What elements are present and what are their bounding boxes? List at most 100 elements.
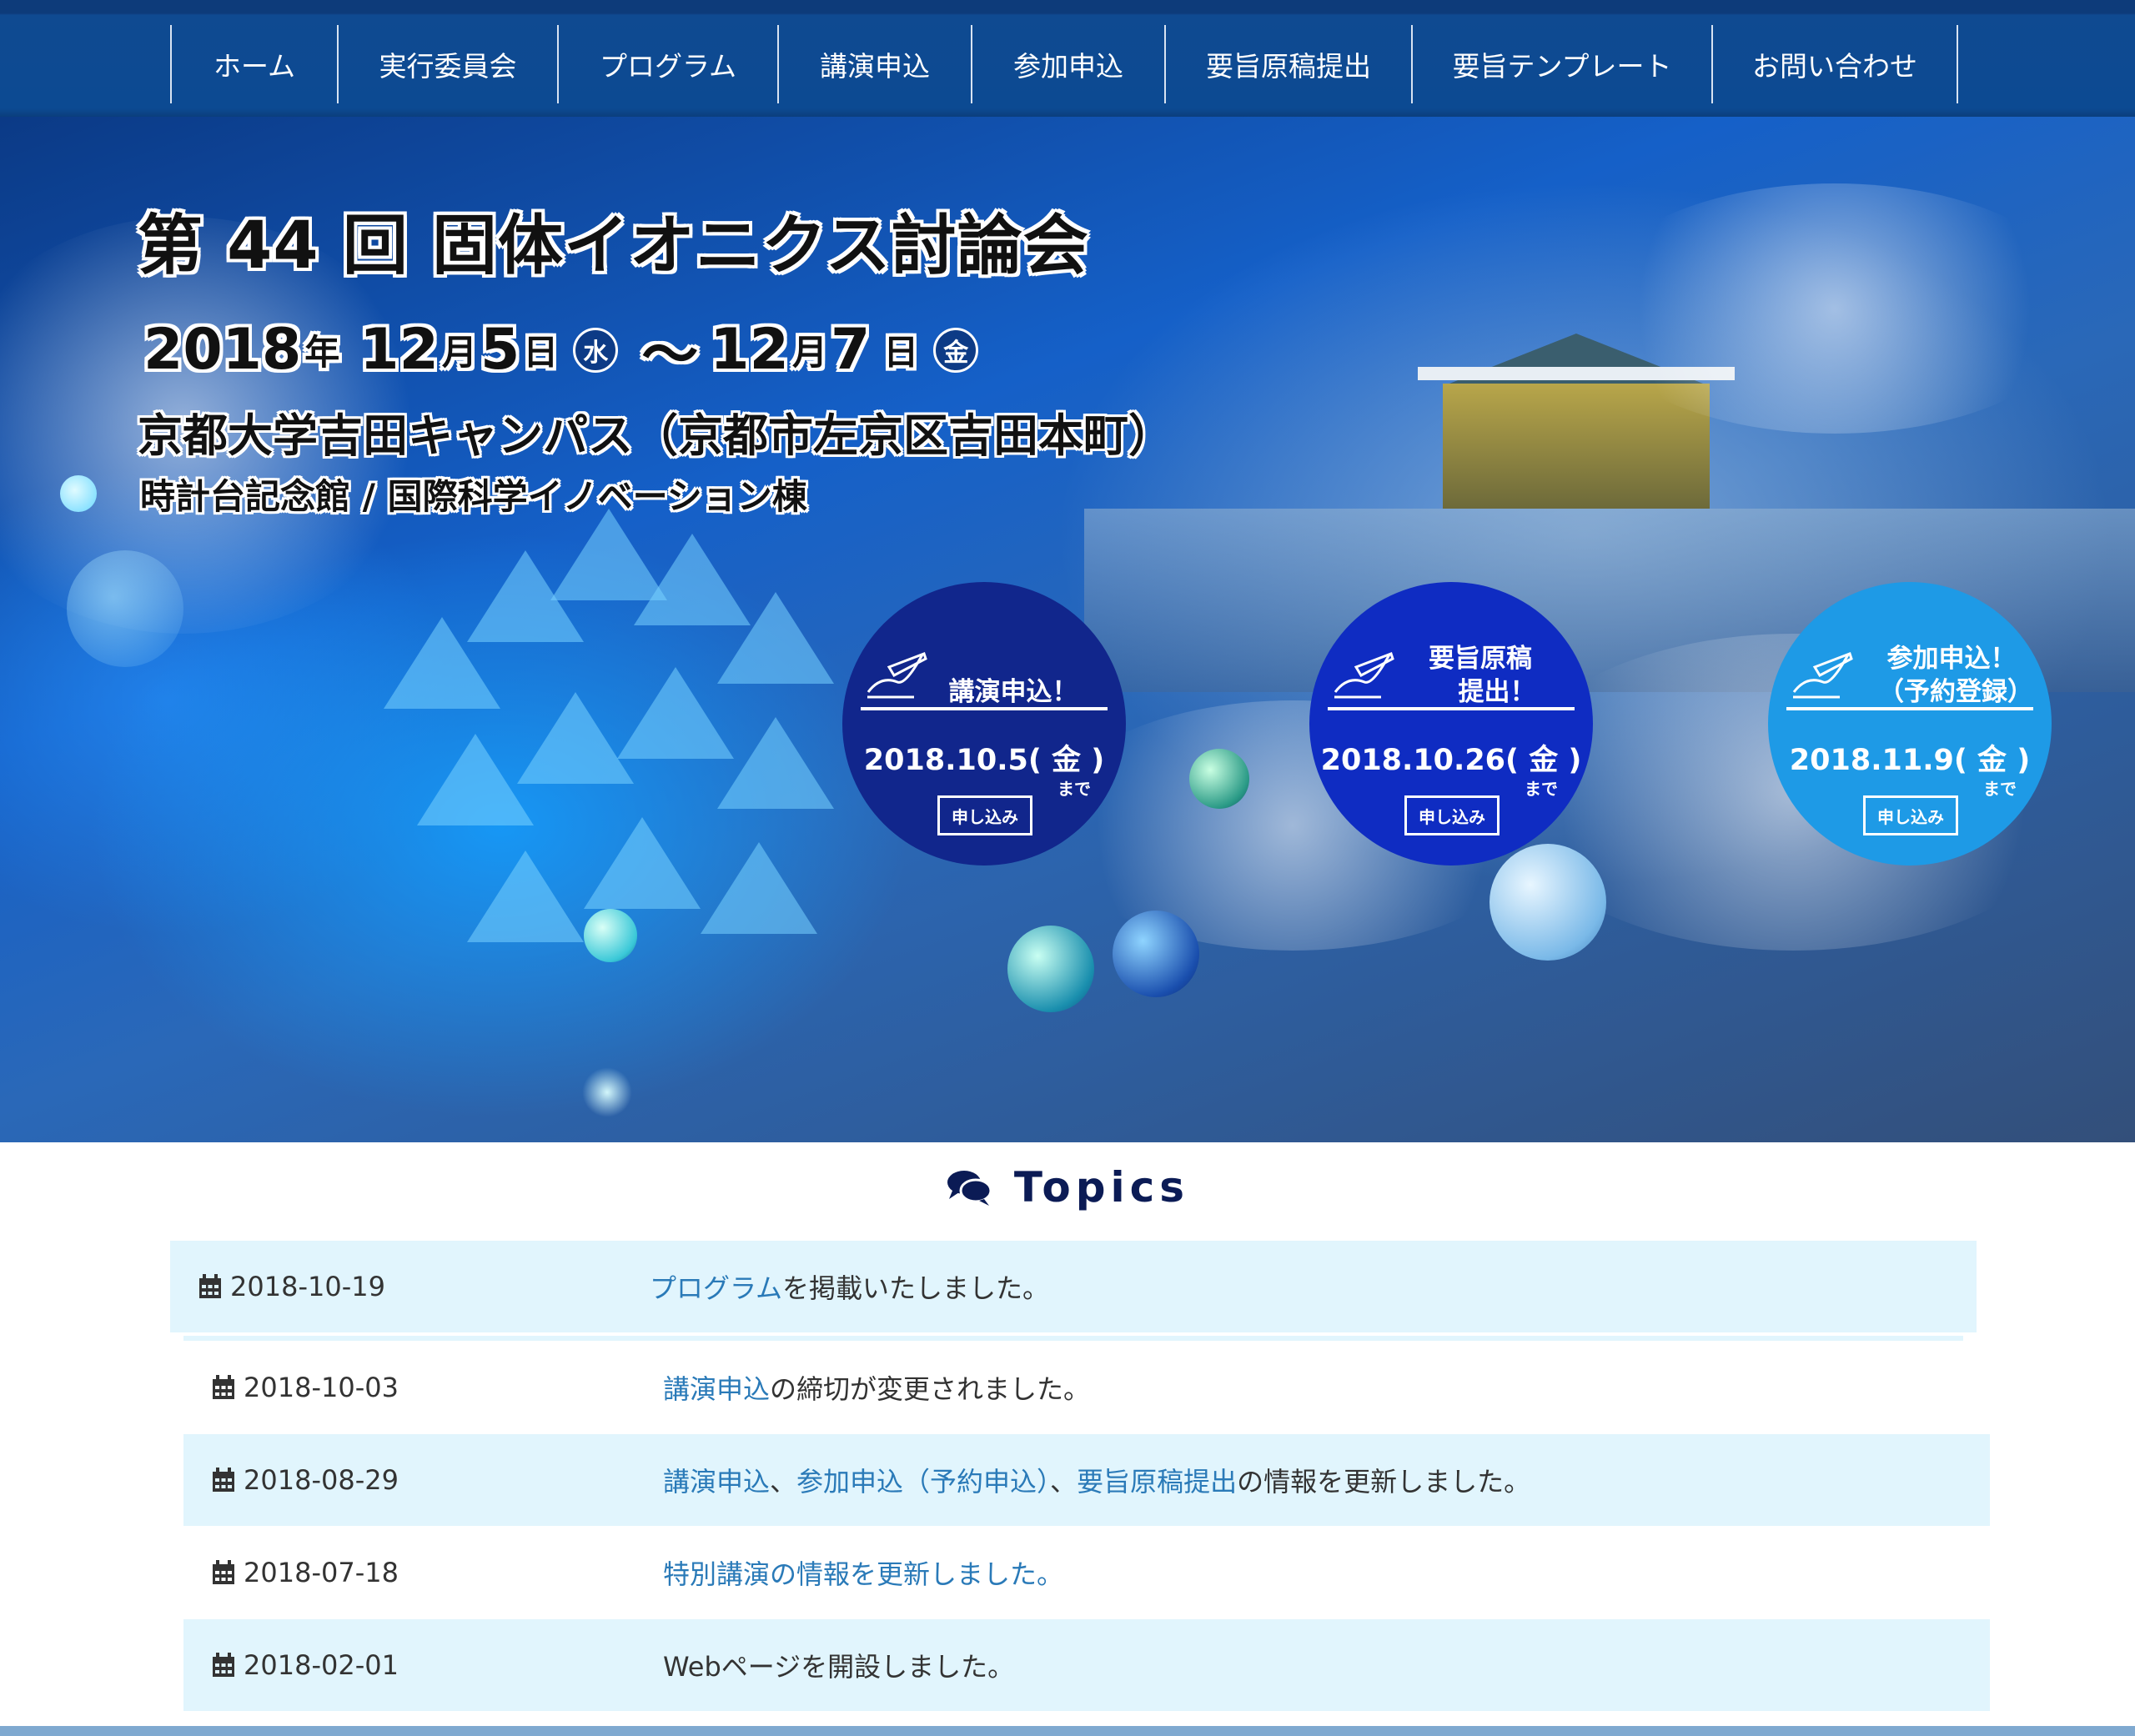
circle-heading: 参加申込！: [1886, 644, 2017, 674]
topics-title-text: Topics: [1013, 1163, 1190, 1212]
topic-date: 2018-08-29: [183, 1464, 605, 1496]
nav-item-home[interactable]: ホーム: [170, 25, 337, 103]
nav-item-abstract-submission[interactable]: 要旨原稿提出: [1164, 25, 1411, 103]
topic-message: プログラムを掲載いたしました。: [650, 1267, 1049, 1306]
footer-bar: [0, 1726, 2135, 1736]
date-month-unit: 月: [441, 332, 477, 373]
orb: [1489, 844, 1606, 961]
orb: [1007, 926, 1094, 1012]
presentation-application-link[interactable]: 講演申込: [663, 1373, 770, 1405]
date-month-end: 12: [710, 317, 789, 383]
nav-item-presentation-application[interactable]: 講演申込: [777, 25, 971, 103]
topic-date: 2018-10-19: [170, 1271, 591, 1302]
topic-row: 2018-07-18 特別講演の情報を更新しました。: [183, 1527, 1990, 1618]
event-title: 第 44 回 固体イオニクス討論会: [138, 208, 1089, 283]
event-venue-buildings: 時計台記念館 / 国際科学イノベーション棟: [140, 476, 807, 517]
separator: 、: [1050, 1466, 1078, 1498]
date-year-unit: 年: [304, 332, 340, 373]
circle-heading: 講演申込！: [948, 677, 1078, 707]
date-day-start: 5: [480, 317, 520, 383]
abstract-submission-link[interactable]: 要旨原稿提出: [1077, 1466, 1237, 1498]
nav-item-contact[interactable]: お問い合わせ: [1711, 25, 1958, 103]
row-divider: [183, 1336, 1963, 1341]
event-dates: 2018 年 12 月 5 日 水 〜 12 月 7 日 金: [143, 309, 990, 391]
crystal-shape: [517, 692, 634, 784]
nav-item-program[interactable]: プログラム: [557, 25, 777, 103]
topic-row: 2018-10-03 講演申込の締切が変更されました。: [183, 1342, 1990, 1433]
topic-date-text: 2018-08-29: [244, 1464, 399, 1496]
crystal-shape: [717, 592, 834, 684]
topic-date-text: 2018-07-18: [244, 1557, 399, 1588]
nav-item-participation-application[interactable]: 参加申込: [971, 25, 1164, 103]
participation-application-circle[interactable]: 参加申込！ （予約登録） 2018.11.9( 金 ) まで 申し込み: [1768, 582, 2052, 865]
crystal-shape: [701, 842, 817, 934]
weekday-start-badge: 水: [573, 327, 619, 373]
crystal-shape: [584, 817, 701, 909]
topic-message: 講演申込の締切が変更されました。: [663, 1368, 1090, 1407]
apply-button[interactable]: 申し込み: [1863, 795, 1958, 835]
event-venue: 京都大学吉田キャンパス（京都市左京区吉田本町）: [138, 409, 1173, 462]
special-lecture-link[interactable]: 特別講演の情報を更新しました。: [663, 1558, 1063, 1590]
separator: 、: [770, 1466, 797, 1498]
participation-application-link[interactable]: 参加申込（予約申込）: [796, 1466, 1050, 1498]
program-link[interactable]: プログラム: [650, 1272, 782, 1304]
presentation-application-link[interactable]: 講演申込: [663, 1466, 770, 1498]
topic-date-text: 2018-10-19: [230, 1271, 385, 1302]
circle-divider: [1328, 707, 1575, 710]
topic-date: 2018-10-03: [183, 1372, 605, 1403]
circle-divider: [861, 707, 1108, 710]
date-day-unit: 日: [883, 332, 919, 373]
circle-heading-line2: （予約登録）: [1878, 677, 2033, 707]
circle-deadline-date: 2018.10.26( 金 ): [1320, 744, 1582, 777]
crystal-shape: [417, 734, 534, 825]
orb: [60, 475, 97, 512]
orb: [584, 909, 637, 962]
circle-deadline-suffix: まで: [1983, 779, 2017, 799]
topic-row: 2018-02-01 Webページを開設しました。: [183, 1619, 1990, 1711]
topic-message: 講演申込、参加申込（予約申込）、要旨原稿提出の情報を更新しました。: [663, 1461, 1530, 1499]
nav-item-abstract-template[interactable]: 要旨テンプレート: [1411, 25, 1711, 103]
nav-menu: ホーム 実行委員会 プログラム 講演申込 参加申込 要旨原稿提出 要旨テンプレー…: [170, 25, 1958, 103]
circle-divider: [1786, 707, 2033, 710]
date-range-separator: 〜: [641, 323, 699, 389]
calendar-icon: [213, 1653, 234, 1677]
apply-button[interactable]: 申し込み: [1404, 795, 1500, 835]
circle-deadline-suffix: まで: [1525, 779, 1558, 799]
topic-date-text: 2018-10-03: [244, 1372, 399, 1403]
calendar-icon: [199, 1274, 221, 1298]
circle-heading: 要旨原稿: [1429, 644, 1532, 674]
crystal-shape: [617, 667, 734, 759]
crystal-shape: [717, 717, 834, 809]
topic-row: 2018-10-19 プログラムを掲載いたしました。: [170, 1241, 1977, 1332]
circle-deadline-suffix: まで: [1057, 779, 1091, 799]
topic-text: の情報を更新しました。: [1237, 1466, 1531, 1498]
topic-text: の締切が変更されました。: [770, 1373, 1091, 1405]
nav-item-committee[interactable]: 実行委員会: [337, 25, 557, 103]
orb: [67, 550, 183, 667]
date-month-start: 12: [359, 317, 439, 383]
top-navigation: ホーム 実行委員会 プログラム 講演申込 参加申込 要旨原稿提出 要旨テンプレー…: [0, 0, 2135, 117]
topic-date: 2018-07-18: [183, 1557, 605, 1588]
presentation-application-circle[interactable]: 講演申込！ 2018.10.5( 金 ) まで 申し込み: [842, 582, 1126, 865]
orb: [582, 1067, 632, 1117]
date-day-end: 7: [830, 317, 871, 383]
orb: [1189, 749, 1249, 809]
circle-heading-line2: 提出！: [1458, 677, 1536, 707]
abstract-submission-circle[interactable]: 要旨原稿 提出！ 2018.10.26( 金 ) まで 申し込み: [1309, 582, 1593, 865]
orb: [1113, 911, 1199, 997]
topic-message: 特別講演の情報を更新しました。: [663, 1553, 1063, 1592]
date-month-unit: 月: [791, 332, 827, 373]
circle-deadline-date: 2018.11.9( 金 ): [1789, 744, 2031, 777]
topic-text: を掲載いたしました。: [782, 1272, 1050, 1304]
topic-text: Webページを開設しました。: [663, 1651, 1015, 1683]
hero-banner: 第 44 回 固体イオニクス討論会 2018 年 12 月 5 日 水 〜 12…: [0, 117, 2135, 1142]
comments-icon: [947, 1171, 992, 1206]
apply-button[interactable]: 申し込み: [937, 795, 1032, 835]
circle-deadline-date: 2018.10.5( 金 ): [863, 744, 1105, 777]
topic-row: 2018-08-29 講演申込、参加申込（予約申込）、要旨原稿提出の情報を更新し…: [183, 1434, 1990, 1526]
topic-message: Webページを開設しました。: [663, 1646, 1014, 1684]
calendar-icon: [213, 1375, 234, 1399]
weekday-end-badge: 金: [933, 327, 979, 373]
topics-heading: Topics: [0, 1163, 2135, 1212]
date-day-unit: 日: [523, 332, 559, 373]
